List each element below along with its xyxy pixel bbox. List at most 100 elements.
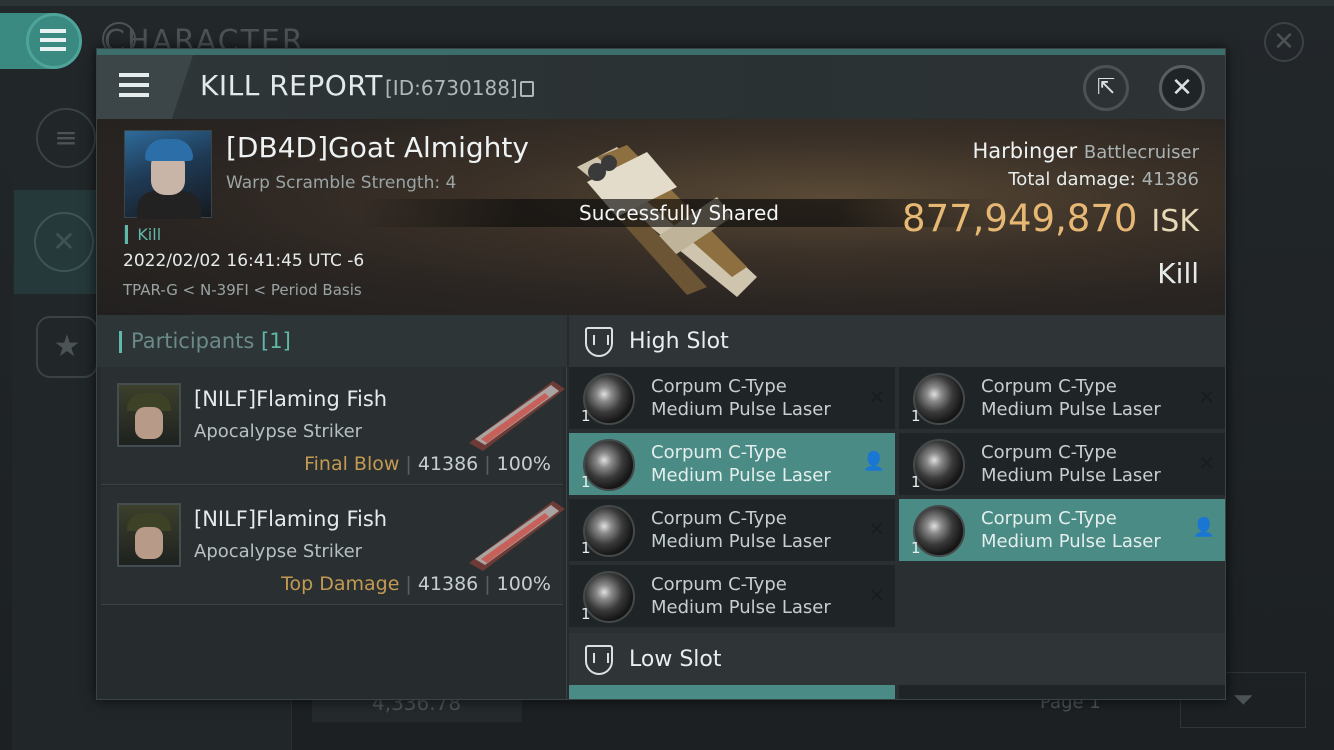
window-header: KILL REPORT [ID:6730188] ⇱ ✕ xyxy=(97,55,1225,119)
module-name-line2: Medium Pulse Laser xyxy=(651,465,831,486)
crossed-swords-icon: ✕ xyxy=(34,212,94,272)
low-slot-header: Low Slot xyxy=(569,633,1225,685)
module-name-line2: Medium Pulse Laser xyxy=(981,399,1161,420)
module-quantity: 1 xyxy=(581,539,591,557)
participant-ship: Apocalypse Striker xyxy=(194,541,363,562)
participants-count: [1] xyxy=(261,329,291,353)
window-title: KILL REPORT xyxy=(200,69,383,102)
low-slot-item-partial[interactable] xyxy=(569,685,895,699)
victim-ship[interactable]: Harbinger Battlecruiser xyxy=(973,139,1199,163)
participant-name: [NILF]Flaming Fish xyxy=(194,387,388,411)
module-name-line2: Medium Pulse Laser xyxy=(651,531,831,552)
star-icon[interactable]: ★ xyxy=(36,316,98,378)
high-slot-item[interactable]: 1 Corpum C-Type Medium Pulse Laser ✕ xyxy=(569,367,895,431)
module-icon xyxy=(913,373,965,425)
close-icon: ✕ xyxy=(868,385,885,409)
isk-amount: 877,949,870 xyxy=(902,197,1138,240)
participant-row[interactable]: [NILF]Flaming Fish Apocalypse Striker Top … xyxy=(101,487,565,605)
victim-banner: [DB4D]Goat Almighty Warp Scramble Streng… xyxy=(97,119,1225,315)
participant-damage: 41386 xyxy=(417,453,479,475)
high-slot-item[interactable]: 1 Corpum C-Type Medium Pulse Laser ✕ xyxy=(569,499,895,563)
participant-ship: Apocalypse Striker xyxy=(194,421,363,442)
close-icon: ✕ xyxy=(1198,385,1215,409)
module-name-line1: Corpum C-Type xyxy=(651,442,787,463)
ship-class: Battlecruiser xyxy=(1083,142,1199,163)
module-name-line1: Corpum C-Type xyxy=(651,376,787,397)
participant-tag: Final Blow xyxy=(304,453,400,475)
module-quantity: 1 xyxy=(911,539,921,557)
participant-percent: 100% xyxy=(496,573,551,595)
module-icon xyxy=(583,439,635,491)
high-slot-item[interactable]: 1 Corpum C-Type Medium Pulse Laser ✕ xyxy=(899,433,1225,497)
share-icon[interactable]: ⇱ xyxy=(1083,65,1129,111)
high-slot-item[interactable]: 1 Corpum C-Type Medium Pulse Laser 👤 xyxy=(899,499,1225,563)
participant-portrait xyxy=(117,503,181,567)
total-damage-label: Total damage: xyxy=(1008,169,1136,190)
module-name-line2: Medium Pulse Laser xyxy=(651,597,831,618)
victim-name[interactable]: [DB4D]Goat Almighty xyxy=(226,131,529,164)
weapon-icon xyxy=(469,381,565,451)
isk-value: 877,949,870 ISK xyxy=(902,197,1199,240)
participant-portrait xyxy=(117,383,181,447)
person-icon: 👤 xyxy=(862,451,885,472)
kill-location[interactable]: TPAR-G < N-39FI < Period Basis xyxy=(123,281,362,299)
report-id: [ID:6730188] xyxy=(385,76,518,100)
participants-label: Participants xyxy=(131,329,255,353)
shield-icon xyxy=(585,327,613,357)
total-damage-value: 41386 xyxy=(1141,169,1199,190)
isk-unit: ISK xyxy=(1151,204,1199,239)
fitting-slots-panel: High Slot 1 Corpum C-Type Medium Pulse Las… xyxy=(569,315,1225,699)
close-icon: ✕ xyxy=(868,517,885,541)
module-name-line1: Corpum C-Type xyxy=(651,508,787,529)
module-name-line1: Corpum C-Type xyxy=(651,574,787,595)
low-slot-item-partial[interactable] xyxy=(899,685,1225,699)
top-border xyxy=(0,0,1334,6)
high-slot-item[interactable]: 1 Corpum C-Type Medium Pulse Laser ✕ xyxy=(899,367,1225,431)
ship-name: Harbinger xyxy=(972,139,1078,163)
module-name-line1: Corpum C-Type xyxy=(981,376,1117,397)
victim-portrait[interactable] xyxy=(124,130,212,219)
participant-stats: Top Damage | 41386 | 100% xyxy=(281,573,551,595)
participant-damage: 41386 xyxy=(417,573,479,595)
close-icon: ✕ xyxy=(1198,451,1215,475)
header-menu-button[interactable] xyxy=(97,55,193,119)
person-icon: 👤 xyxy=(1192,517,1215,538)
participants-panel: Participants [1] [NILF]Flaming Fish Apoca… xyxy=(97,315,567,699)
weapon-icon xyxy=(469,501,565,571)
participant-row[interactable]: [NILF]Flaming Fish Apocalypse Striker Fina… xyxy=(101,367,565,485)
shield-icon xyxy=(585,645,613,675)
module-icon xyxy=(583,505,635,557)
low-slot-label: Low Slot xyxy=(629,647,722,672)
high-slot-header: High Slot xyxy=(569,315,1225,367)
background-close-icon[interactable]: ✕ xyxy=(1264,22,1304,62)
list-icon[interactable]: ≡ xyxy=(36,108,96,168)
module-icon xyxy=(583,571,635,623)
warp-scramble-strength: Warp Scramble Strength: 4 xyxy=(226,173,457,193)
module-icon xyxy=(913,439,965,491)
participant-tag: Top Damage xyxy=(281,573,400,595)
report-type: Kill xyxy=(1157,257,1199,290)
module-quantity: 1 xyxy=(911,407,921,425)
close-icon[interactable]: ✕ xyxy=(1159,65,1205,111)
module-name-line2: Medium Pulse Laser xyxy=(981,465,1161,486)
participants-header: Participants [1] xyxy=(97,315,567,367)
module-quantity: 1 xyxy=(581,473,591,491)
participant-percent: 100% xyxy=(496,453,551,475)
high-slot-item[interactable]: 1 Corpum C-Type Medium Pulse Laser 👤 xyxy=(569,433,895,497)
menu-icon xyxy=(40,29,66,56)
module-name-line1: Corpum C-Type xyxy=(981,442,1117,463)
copy-icon[interactable] xyxy=(520,81,534,97)
high-slot-item[interactable]: 1 Corpum C-Type Medium Pulse Laser ✕ xyxy=(569,565,895,629)
module-quantity: 1 xyxy=(911,473,921,491)
participant-stats: Final Blow | 41386 | 100% xyxy=(304,453,551,475)
close-icon: ✕ xyxy=(868,583,885,607)
participant-name: [NILF]Flaming Fish xyxy=(194,507,388,531)
high-slot-label: High Slot xyxy=(629,329,729,354)
kill-report-window: KILL REPORT [ID:6730188] ⇱ ✕ [DB4D]Goat … xyxy=(96,48,1226,700)
combat-tab[interactable]: ✕ xyxy=(14,190,104,294)
main-menu-button[interactable] xyxy=(0,13,82,69)
module-name-line2: Medium Pulse Laser xyxy=(651,399,831,420)
kill-datetime: 2022/02/02 16:41:45 UTC -6 xyxy=(123,251,365,271)
module-quantity: 1 xyxy=(581,407,591,425)
kill-tag: ▎Kill xyxy=(125,225,162,244)
